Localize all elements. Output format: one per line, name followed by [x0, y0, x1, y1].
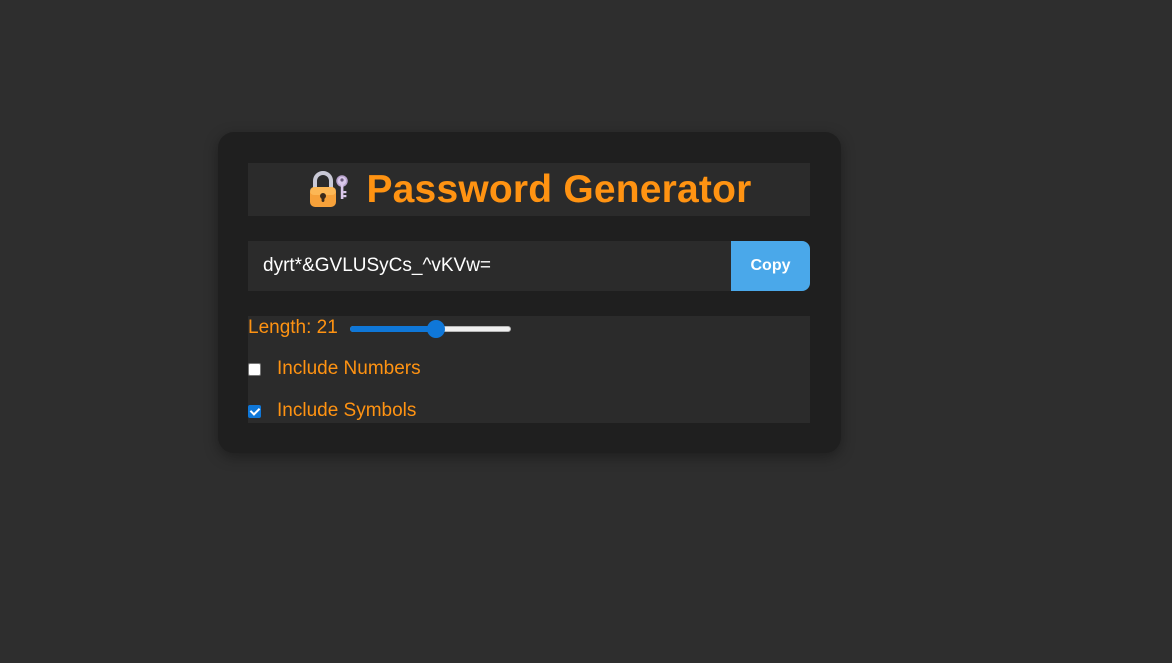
length-row: Length: 21 — [248, 316, 511, 340]
include-numbers-checkbox[interactable] — [248, 362, 261, 376]
locked-with-key-icon — [306, 167, 350, 211]
include-symbols-option[interactable]: Include Symbols — [248, 399, 416, 423]
copy-button[interactable]: Copy — [731, 241, 810, 291]
page-title: Password Generator — [366, 167, 752, 211]
length-label: Length: 21 — [248, 317, 338, 338]
slider-fill — [349, 326, 437, 332]
slider-thumb[interactable] — [427, 320, 446, 338]
password-output[interactable]: dyrt*&GVLUSyCs_^vKVw= — [248, 241, 731, 291]
include-numbers-option[interactable]: Include Numbers — [248, 357, 421, 381]
header: Password Generator — [248, 163, 810, 216]
password-row: dyrt*&GVLUSyCs_^vKVw= Copy — [248, 241, 810, 291]
generator-card: Password Generator dyrt*&GVLUSyCs_^vKVw=… — [218, 132, 841, 453]
include-symbols-label: Include Symbols — [277, 400, 417, 421]
length-slider[interactable] — [349, 318, 511, 338]
options-panel: Length: 21 Include Numbers Include Symbo… — [248, 316, 810, 423]
include-symbols-checkbox[interactable] — [248, 404, 261, 418]
include-numbers-label: Include Numbers — [277, 358, 421, 379]
